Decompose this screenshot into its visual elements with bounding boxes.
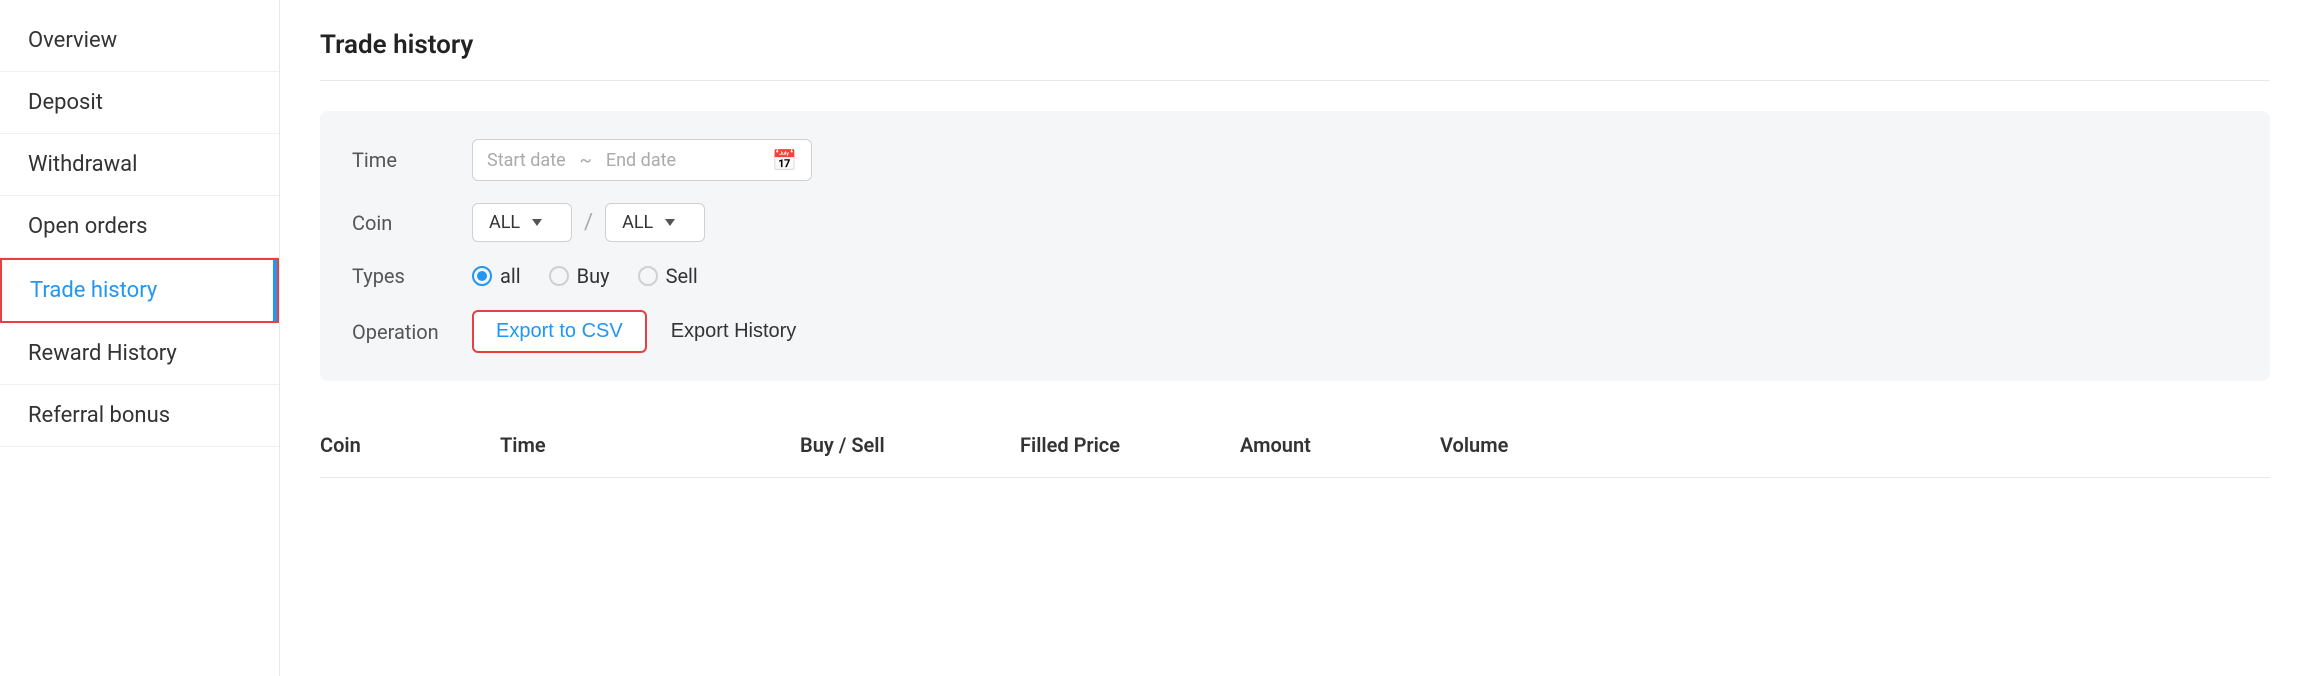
th-amount: Amount (1240, 433, 1440, 457)
coin-right-value: ALL (622, 212, 653, 233)
calendar-icon[interactable]: 📅 (772, 148, 797, 172)
type-buy-label: Buy (577, 264, 610, 288)
time-filter-row: Time Start date ~ End date 📅 (352, 139, 2238, 181)
time-label: Time (352, 148, 472, 172)
sidebar-item-label: Open orders (28, 214, 147, 239)
type-all-radio[interactable] (472, 266, 492, 286)
sidebar-item-label: Withdrawal (28, 152, 137, 177)
coin-slash: / (584, 210, 593, 235)
date-tilde: ~ (580, 150, 592, 171)
sidebar-item-reward-history[interactable]: Reward History (0, 323, 279, 385)
type-sell-label: Sell (666, 264, 698, 288)
type-buy-radio[interactable] (549, 266, 569, 286)
type-sell-radio[interactable] (638, 266, 658, 286)
th-coin: Coin (320, 433, 500, 457)
operation-filter-row: Operation Export to CSV Export History (352, 310, 2238, 353)
operation-label: Operation (352, 320, 472, 344)
sidebar-item-deposit[interactable]: Deposit (0, 72, 279, 134)
coin-left-select[interactable]: ALL (472, 203, 572, 242)
coin-filter-row: Coin ALL / ALL (352, 203, 2238, 242)
export-history-button[interactable]: Export History (667, 312, 801, 351)
coin-right-select[interactable]: ALL (605, 203, 705, 242)
sidebar-item-open-orders[interactable]: Open orders (0, 196, 279, 258)
sidebar-item-overview[interactable]: Overview (0, 10, 279, 72)
types-radio-group: all Buy Sell (472, 264, 698, 288)
export-csv-button[interactable]: Export to CSV (472, 310, 647, 353)
sidebar-item-label: Overview (28, 28, 117, 53)
sidebar-item-label: Deposit (28, 90, 103, 115)
sidebar-item-trade-history[interactable]: Trade history (0, 258, 279, 323)
th-volume: Volume (1440, 433, 2270, 457)
sidebar-item-label: Reward History (28, 341, 177, 366)
page-title: Trade history (320, 30, 2270, 81)
coin-selects: ALL / ALL (472, 203, 705, 242)
types-label: Types (352, 264, 472, 288)
sidebar-item-referral-bonus[interactable]: Referral bonus (0, 385, 279, 447)
coin-left-chevron-icon (532, 219, 542, 226)
sidebar-item-withdrawal[interactable]: Withdrawal (0, 134, 279, 196)
coin-right-chevron-icon (665, 219, 675, 226)
end-date-placeholder: End date (606, 150, 676, 171)
operation-buttons: Export to CSV Export History (472, 310, 800, 353)
coin-left-value: ALL (489, 212, 520, 233)
coin-label: Coin (352, 211, 472, 235)
th-buy-sell: Buy / Sell (800, 433, 1020, 457)
type-all-label: all (500, 264, 521, 288)
type-all-option[interactable]: all (472, 264, 521, 288)
filter-panel: Time Start date ~ End date 📅 Coin ALL / … (320, 111, 2270, 381)
main-content: Trade history Time Start date ~ End date… (280, 0, 2310, 676)
sidebar-item-label: Trade history (30, 278, 157, 303)
types-filter-row: Types all Buy Sell (352, 264, 2238, 288)
th-time: Time (500, 433, 800, 457)
type-buy-option[interactable]: Buy (549, 264, 610, 288)
table-header: Coin Time Buy / Sell Filled Price Amount… (320, 413, 2270, 478)
sidebar: Overview Deposit Withdrawal Open orders … (0, 0, 280, 676)
sidebar-item-label: Referral bonus (28, 403, 170, 428)
th-filled-price: Filled Price (1020, 433, 1240, 457)
start-date-placeholder: Start date (487, 150, 566, 171)
type-sell-option[interactable]: Sell (638, 264, 698, 288)
date-range-input[interactable]: Start date ~ End date 📅 (472, 139, 812, 181)
